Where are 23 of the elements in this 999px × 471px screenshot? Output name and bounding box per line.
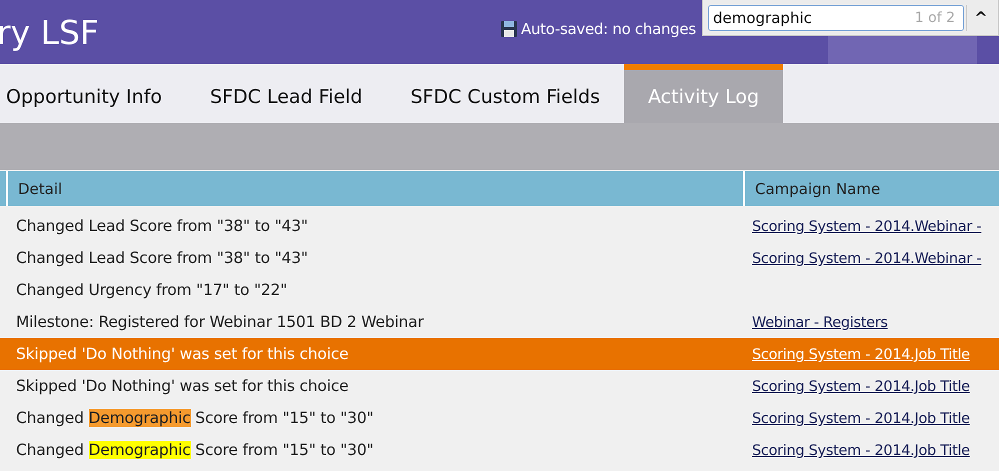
detail-text: Skipped 'Do Nothing' was set for this choice	[15, 345, 348, 363]
column-header[interactable]: Detail	[6, 171, 743, 206]
detail-text: Changed Urgency from "17" to "22"	[15, 281, 288, 299]
campaign-link[interactable]: Scoring System - 2014.Job Title	[752, 443, 970, 459]
campaign-link[interactable]: Scoring System - 2014.Webinar -	[752, 219, 982, 235]
app-title: ry LSF	[0, 12, 99, 52]
find-field[interactable]: demographic 1 of 2	[708, 4, 964, 30]
community-button[interactable]	[828, 36, 977, 64]
detail-text: Changed Lead Score from "38" to "43"	[15, 217, 308, 235]
tab[interactable]: Opportunity Info	[6, 64, 186, 123]
campaign-link[interactable]: Scoring System - 2014.Job Title	[752, 411, 970, 427]
detail-text: Changed Lead Score from "38" to "43"	[15, 249, 308, 267]
campaign-link[interactable]: Scoring System - 2014.Job Title	[752, 379, 970, 395]
detail-text: Changed Demographic Score from "15" to "30"	[15, 409, 374, 427]
detail-text: Skipped 'Do Nothing' was set for this choice	[15, 377, 348, 395]
campaign-link[interactable]: Webinar - Registers	[752, 315, 888, 331]
column-header[interactable]: Campaign Name	[743, 171, 999, 206]
tab[interactable]: SFDC Lead Field	[210, 64, 386, 123]
detail-text: Milestone: Registered for Webinar 1501 BD 2 Webinar	[15, 313, 424, 331]
detail-text: Changed Demographic Score from "15" to "30"	[15, 441, 374, 459]
tab[interactable]: SFDC Custom Fields	[410, 64, 624, 123]
autosave-status: Auto-saved: no changes	[521, 20, 696, 38]
campaign-link[interactable]: Scoring System - 2014.Webinar -	[752, 251, 982, 267]
